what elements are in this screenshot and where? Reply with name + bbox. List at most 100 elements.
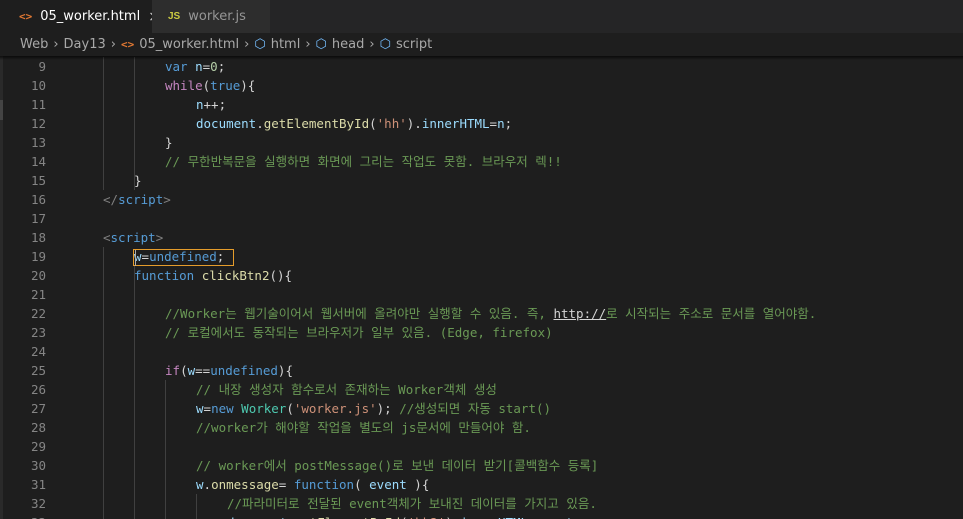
code-line[interactable]: 27 w=new Worker('worker.js'); //생성되면 자동 s… xyxy=(0,399,963,418)
tab-bar: <> 05_worker.html × JS worker.js xyxy=(0,0,963,33)
code-token: while xyxy=(165,78,203,93)
code-line[interactable]: 28 //worker가 해야할 작업을 별도의 js문서에 만들어야 함. xyxy=(0,418,963,437)
code-line[interactable]: 33 document.getElementById('hh2').innerHT… xyxy=(0,513,963,519)
tab-label: 05_worker.html xyxy=(40,9,141,24)
html-file-icon: <> xyxy=(19,10,33,23)
breadcrumb-item-web[interactable]: Web xyxy=(20,37,48,52)
code-token: undefined xyxy=(210,363,278,378)
breadcrumb-item-script[interactable]: script xyxy=(396,37,432,52)
code-text: document.getElementById('hh').innerHTML=… xyxy=(196,114,512,133)
code-text: //worker가 해야할 작업을 별도의 js문서에 만들어야 함. xyxy=(196,418,531,437)
code-text: w=new Worker('worker.js'); //생성되면 자동 sta… xyxy=(196,399,551,418)
code-token: . xyxy=(256,116,264,131)
code-line[interactable]: 17 xyxy=(0,209,963,228)
code-token: Worker xyxy=(233,401,287,416)
breadcrumb-item-head[interactable]: head xyxy=(332,37,364,52)
code-text: // 무한반복문을 실행하면 화면에 그리는 작업도 못함. 브라우저 렉!! xyxy=(165,152,562,171)
code-line[interactable]: 21 xyxy=(0,285,963,304)
code-line[interactable]: 13} xyxy=(0,133,963,152)
code-line[interactable]: 20 function clickBtn2(){ xyxy=(0,266,963,285)
line-number: 17 xyxy=(30,211,46,226)
code-line[interactable]: 10 while(true){ xyxy=(0,76,963,95)
code-token: ); xyxy=(376,401,392,416)
chevron-right-icon: › xyxy=(110,37,116,52)
code-token: w xyxy=(196,401,204,416)
code-text: // worker에서 postMessage()로 보낸 데이터 받기[콜백함… xyxy=(196,456,598,475)
code-line[interactable]: 11 n++; xyxy=(0,95,963,114)
code-token: // 내장 생성자 함수로서 존재하는 Worker객체 생성 xyxy=(196,382,497,397)
breadcrumb-item-day13[interactable]: Day13 xyxy=(64,37,106,52)
code-token: ; xyxy=(217,59,226,74)
code-line[interactable]: 29 xyxy=(0,437,963,456)
code-token: n xyxy=(196,97,204,112)
code-token: } xyxy=(165,135,173,150)
code-editor[interactable]: 9 var n=0; 10 while(true){11 n++; 12 document.… xyxy=(0,56,963,519)
line-number: 20 xyxy=(30,268,46,283)
code-line[interactable]: 16 </script> xyxy=(0,190,963,209)
code-token: > xyxy=(163,192,171,207)
code-token: //worker가 해야할 작업을 별도의 js문서에 만들어야 함. xyxy=(196,420,531,435)
tab-05-worker-html[interactable]: <> 05_worker.html × xyxy=(0,0,160,33)
code-line[interactable]: 26 // 내장 생성자 함수로서 존재하는 Worker객체 생성 xyxy=(0,380,963,399)
code-line[interactable]: 31 w.onmessage= function( event ){ xyxy=(0,475,963,494)
code-token: ). xyxy=(445,515,460,519)
code-line[interactable]: 32 //파라미터로 전달된 event객체가 보내진 데이터를 가지고 있음. xyxy=(0,494,963,513)
line-number: 22 xyxy=(30,306,46,321)
code-token: innerHTML xyxy=(460,515,528,519)
line-number: 30 xyxy=(30,458,46,473)
code-line[interactable]: 30 // worker에서 postMessage()로 보낸 데이터 받기[콜… xyxy=(0,456,963,475)
code-token: ; xyxy=(504,116,513,131)
code-token: } xyxy=(134,173,142,188)
scrollbar-thumb[interactable] xyxy=(0,100,3,120)
code-token: > xyxy=(155,230,164,245)
line-number: 29 xyxy=(30,439,46,454)
line-number: 24 xyxy=(30,344,46,359)
code-token: 로 시작되는 주소로 문서를 열어야함. xyxy=(606,306,817,321)
line-number: 23 xyxy=(30,325,46,340)
code-token: w xyxy=(196,477,204,492)
code-token: ){ xyxy=(406,477,430,492)
code-text: // 내장 생성자 함수로서 존재하는 Worker객체 생성 xyxy=(196,380,497,399)
breadcrumb-item-file[interactable]: 05_worker.html xyxy=(139,37,239,52)
line-number: 15 xyxy=(30,173,46,188)
breadcrumb-item-html[interactable]: html xyxy=(271,37,301,52)
code-line[interactable]: 25 if(w==undefined){ xyxy=(0,361,963,380)
chevron-right-icon: › xyxy=(305,37,311,52)
code-token: = xyxy=(489,116,498,131)
chevron-right-icon: › xyxy=(53,37,59,52)
code-token: innerHTML xyxy=(421,116,490,131)
code-line[interactable]: 18 <script> xyxy=(0,228,963,247)
code-token: 'hh' xyxy=(376,116,407,131)
line-number: 32 xyxy=(30,496,46,511)
code-token: = xyxy=(278,477,294,492)
code-text: //Worker는 웹기술이어서 웹서버에 올려야만 실행할 수 있음. 즉, … xyxy=(165,304,816,323)
tab-worker-js[interactable]: JS worker.js xyxy=(152,0,270,33)
code-token: clickBtn2 xyxy=(194,268,270,283)
code-text: function clickBtn2(){ xyxy=(134,266,292,285)
code-token: ( xyxy=(400,515,408,519)
text-cursor xyxy=(135,250,136,266)
code-token: ){ xyxy=(240,78,256,93)
code-token: new xyxy=(211,401,234,416)
line-number: 26 xyxy=(30,382,46,397)
editor-scrollbar[interactable] xyxy=(0,56,3,519)
code-token: function xyxy=(134,268,195,283)
code-token: event xyxy=(536,515,574,519)
code-token: getElementById xyxy=(295,515,400,519)
editor-shadow xyxy=(0,56,963,60)
code-token: script xyxy=(110,230,156,245)
code-token: 0 xyxy=(210,59,218,74)
code-line[interactable]: 22 //Worker는 웹기술이어서 웹서버에 올려야만 실행할 수 있음. 즉… xyxy=(0,304,963,323)
code-line[interactable]: 24 xyxy=(0,342,963,361)
code-line[interactable]: 23 // 로컬에서도 동작되는 브라우저가 일부 있음. (Edge, fire… xyxy=(0,323,963,342)
code-token: ++; xyxy=(203,97,227,112)
code-text: <script> xyxy=(103,228,163,247)
code-line[interactable]: 15} xyxy=(0,171,963,190)
line-number: 31 xyxy=(30,477,46,492)
breadcrumb: Web › Day13 › <> 05_worker.html › ⬡ html… xyxy=(0,33,963,56)
code-token: http:// xyxy=(553,306,607,321)
js-file-icon: JS xyxy=(168,11,181,22)
code-line[interactable]: 14 // 무한반복문을 실행하면 화면에 그리는 작업도 못함. 브라우저 렉!… xyxy=(0,152,963,171)
code-line[interactable]: 12 document.getElementById('hh').innerHTM… xyxy=(0,114,963,133)
code-token: ( xyxy=(180,363,188,378)
